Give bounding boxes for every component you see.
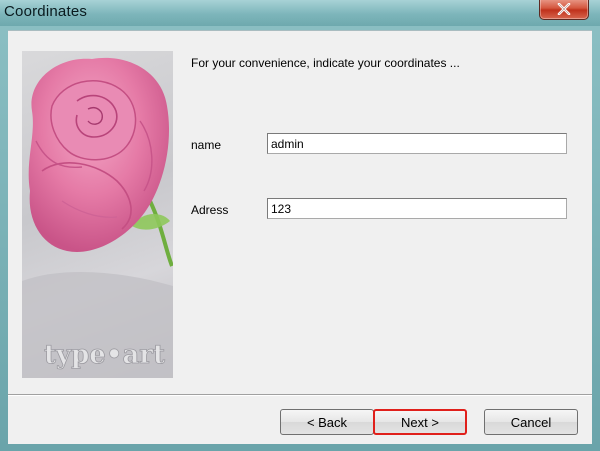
logo-text: type•art	[44, 340, 165, 370]
rose-image: type•art	[22, 57, 173, 378]
wizard-window: Coordinates type•art For your convenienc…	[0, 0, 600, 451]
back-button[interactable]: < Back	[280, 409, 374, 435]
wizard-page: type•art For your convenience, indicate …	[8, 30, 592, 444]
window-title: Coordinates	[4, 3, 88, 20]
footer-separator	[8, 394, 592, 396]
title-bar[interactable]: Coordinates	[0, 0, 600, 26]
address-input[interactable]	[267, 198, 567, 219]
intro-text: For your convenience, indicate your coor…	[191, 56, 460, 70]
address-label: Adress	[191, 203, 229, 217]
name-label: name	[191, 138, 222, 152]
close-button[interactable]	[539, 0, 589, 20]
wizard-illustration: type•art	[22, 51, 173, 378]
cancel-button[interactable]: Cancel	[484, 409, 578, 435]
name-input[interactable]	[267, 133, 567, 154]
next-button[interactable]: Next >	[373, 409, 467, 435]
close-icon	[557, 3, 571, 15]
